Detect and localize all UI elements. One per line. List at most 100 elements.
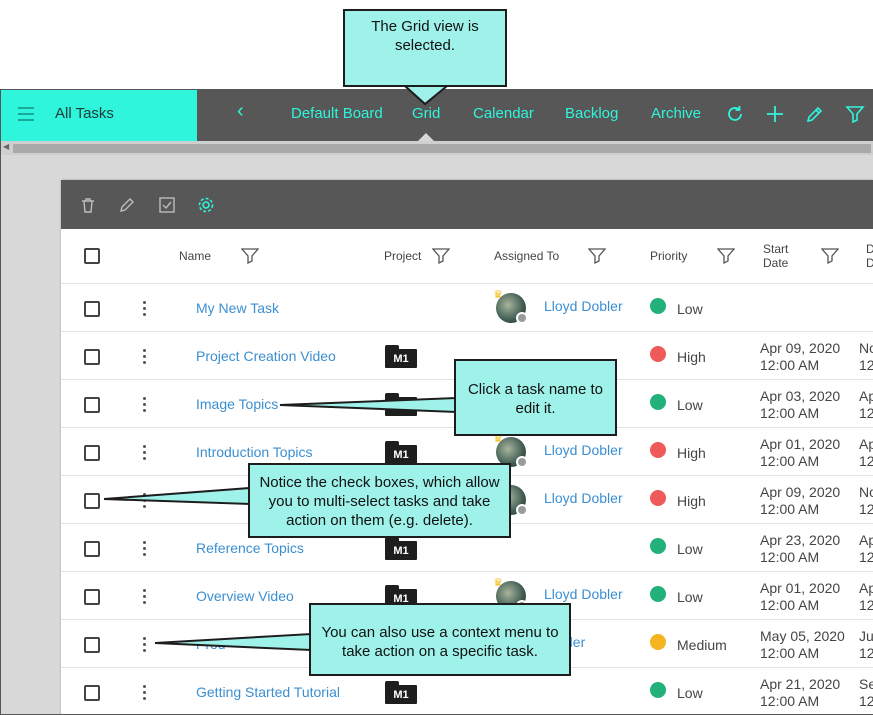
filter-icon[interactable]	[844, 103, 866, 125]
start-date: Apr 01, 2020 12:00 AM	[760, 580, 840, 614]
add-icon[interactable]	[764, 103, 786, 125]
task-name-link[interactable]: My New Task	[196, 300, 279, 316]
column-due-date-line2: D	[866, 256, 873, 270]
assignee-link[interactable]: Lloyd Dobler	[544, 442, 623, 458]
start-time-value: 12:00 AM	[760, 645, 820, 661]
priority-label: Medium	[677, 637, 727, 653]
due-date: Ap12	[859, 532, 873, 566]
row-checkbox[interactable]	[84, 685, 100, 701]
scroll-left-icon[interactable]: ◀	[3, 142, 9, 151]
priority-dot	[650, 490, 666, 506]
settings-icon[interactable]	[196, 195, 216, 215]
start-date: Apr 03, 2020 12:00 AM	[760, 388, 840, 422]
row-checkbox[interactable]	[84, 301, 100, 317]
column-assigned-to[interactable]: Assigned To	[494, 249, 559, 263]
kebab-icon[interactable]	[143, 301, 147, 317]
due-time-value: 12	[859, 597, 873, 613]
edit-icon[interactable]	[804, 103, 826, 125]
row-checkbox[interactable]	[84, 541, 100, 557]
priority-dot	[650, 682, 666, 698]
callout-checkboxes: Notice the check boxes, which allow you …	[248, 463, 511, 538]
task-name-link[interactable]: Reference Topics	[196, 540, 304, 556]
start-time-value: 12:00 AM	[760, 357, 820, 373]
project-badge: M1	[385, 349, 417, 368]
row-checkbox[interactable]	[84, 493, 100, 509]
task-name-link[interactable]: Introduction Topics	[196, 444, 312, 460]
callout-context-menu: You can also use a context menu to take …	[309, 603, 571, 676]
pencil-icon[interactable]	[117, 195, 137, 215]
row-checkbox[interactable]	[84, 445, 100, 461]
refresh-icon[interactable]	[724, 103, 746, 125]
back-chevron-icon[interactable]: ‹	[237, 100, 244, 123]
menu-icon[interactable]	[18, 107, 34, 121]
column-due-date[interactable]: D D	[866, 242, 873, 270]
tab-calendar[interactable]: Calendar	[473, 105, 534, 122]
start-date-value: Apr 21, 2020	[760, 676, 841, 692]
kebab-icon[interactable]	[143, 397, 147, 413]
tab-grid[interactable]: Grid	[412, 105, 440, 122]
kebab-icon[interactable]	[143, 445, 147, 461]
row-checkbox[interactable]	[84, 637, 100, 653]
table-row[interactable]: My New Task ♛ Lloyd Dobler Low	[61, 284, 873, 332]
kebab-icon[interactable]	[143, 685, 147, 701]
check-list-icon[interactable]	[157, 195, 177, 215]
assignee-link[interactable]: Lloyd Dobler	[544, 586, 623, 602]
tab-default-board[interactable]: Default Board	[291, 105, 383, 122]
trash-icon[interactable]	[78, 195, 98, 215]
due-time-value: 12	[859, 549, 873, 565]
crown-icon: ♛	[493, 577, 503, 589]
task-name-link[interactable]: Project Creation Video	[196, 348, 336, 364]
due-date-value: Ap	[859, 388, 873, 404]
row-checkbox[interactable]	[84, 397, 100, 413]
kebab-icon[interactable]	[143, 589, 147, 605]
selected-tab-indicator	[418, 133, 434, 141]
kebab-icon[interactable]	[143, 493, 147, 509]
filter-icon[interactable]	[588, 248, 606, 264]
filter-icon[interactable]	[717, 248, 735, 264]
column-name[interactable]: Name	[179, 249, 211, 263]
column-start-date[interactable]: Start Date	[763, 242, 788, 270]
project-badge: M1	[385, 445, 417, 464]
due-time-value: 12	[859, 501, 873, 517]
start-date: Apr 01, 2020 12:00 AM	[760, 436, 840, 470]
task-name-link[interactable]: Prod	[196, 636, 226, 652]
start-time-value: 12:00 AM	[760, 405, 820, 421]
kebab-icon[interactable]	[143, 541, 147, 557]
row-checkbox[interactable]	[84, 349, 100, 365]
select-all-checkbox[interactable]	[84, 248, 100, 264]
scroll-thumb[interactable]	[13, 144, 871, 153]
start-date: Apr 09, 2020 12:00 AM	[760, 340, 840, 374]
kebab-icon[interactable]	[143, 349, 147, 365]
priority-dot	[650, 346, 666, 362]
column-project[interactable]: Project	[384, 249, 421, 263]
filter-icon[interactable]	[821, 248, 839, 264]
priority-dot	[650, 298, 666, 314]
due-date-value: No	[859, 340, 873, 356]
top-nav-bar: All Tasks ‹ Default Board Grid Calendar …	[1, 90, 873, 141]
priority-label: Low	[677, 541, 703, 557]
row-checkbox[interactable]	[84, 589, 100, 605]
due-date: Ju12	[859, 628, 873, 662]
due-time-value: 12	[859, 693, 873, 709]
due-date: No12	[859, 340, 873, 374]
task-name-link[interactable]: Overview Video	[196, 588, 294, 604]
column-priority[interactable]: Priority	[650, 249, 687, 263]
horizontal-scrollbar[interactable]: ◀	[1, 141, 873, 155]
assignee-link[interactable]: Lloyd Dobler	[544, 490, 623, 506]
tab-archive[interactable]: Archive	[651, 105, 701, 122]
due-date: Ap12	[859, 388, 873, 422]
kebab-icon[interactable]	[143, 637, 147, 653]
due-date-value: Ap	[859, 436, 873, 452]
task-name-link[interactable]: Getting Started Tutorial	[196, 684, 340, 700]
filter-icon[interactable]	[432, 248, 450, 264]
due-date: Ap12	[859, 580, 873, 614]
due-date: Ap12	[859, 436, 873, 470]
task-name-link[interactable]: Image Topics	[196, 396, 278, 412]
start-date: Apr 21, 2020 12:00 AM	[760, 676, 840, 710]
priority-label: Low	[677, 301, 703, 317]
due-date: No12	[859, 484, 873, 518]
filter-icon[interactable]	[241, 248, 259, 264]
assignee-link[interactable]: Lloyd Dobler	[544, 298, 623, 314]
title-area: All Tasks	[1, 90, 197, 141]
tab-backlog[interactable]: Backlog	[565, 105, 618, 122]
